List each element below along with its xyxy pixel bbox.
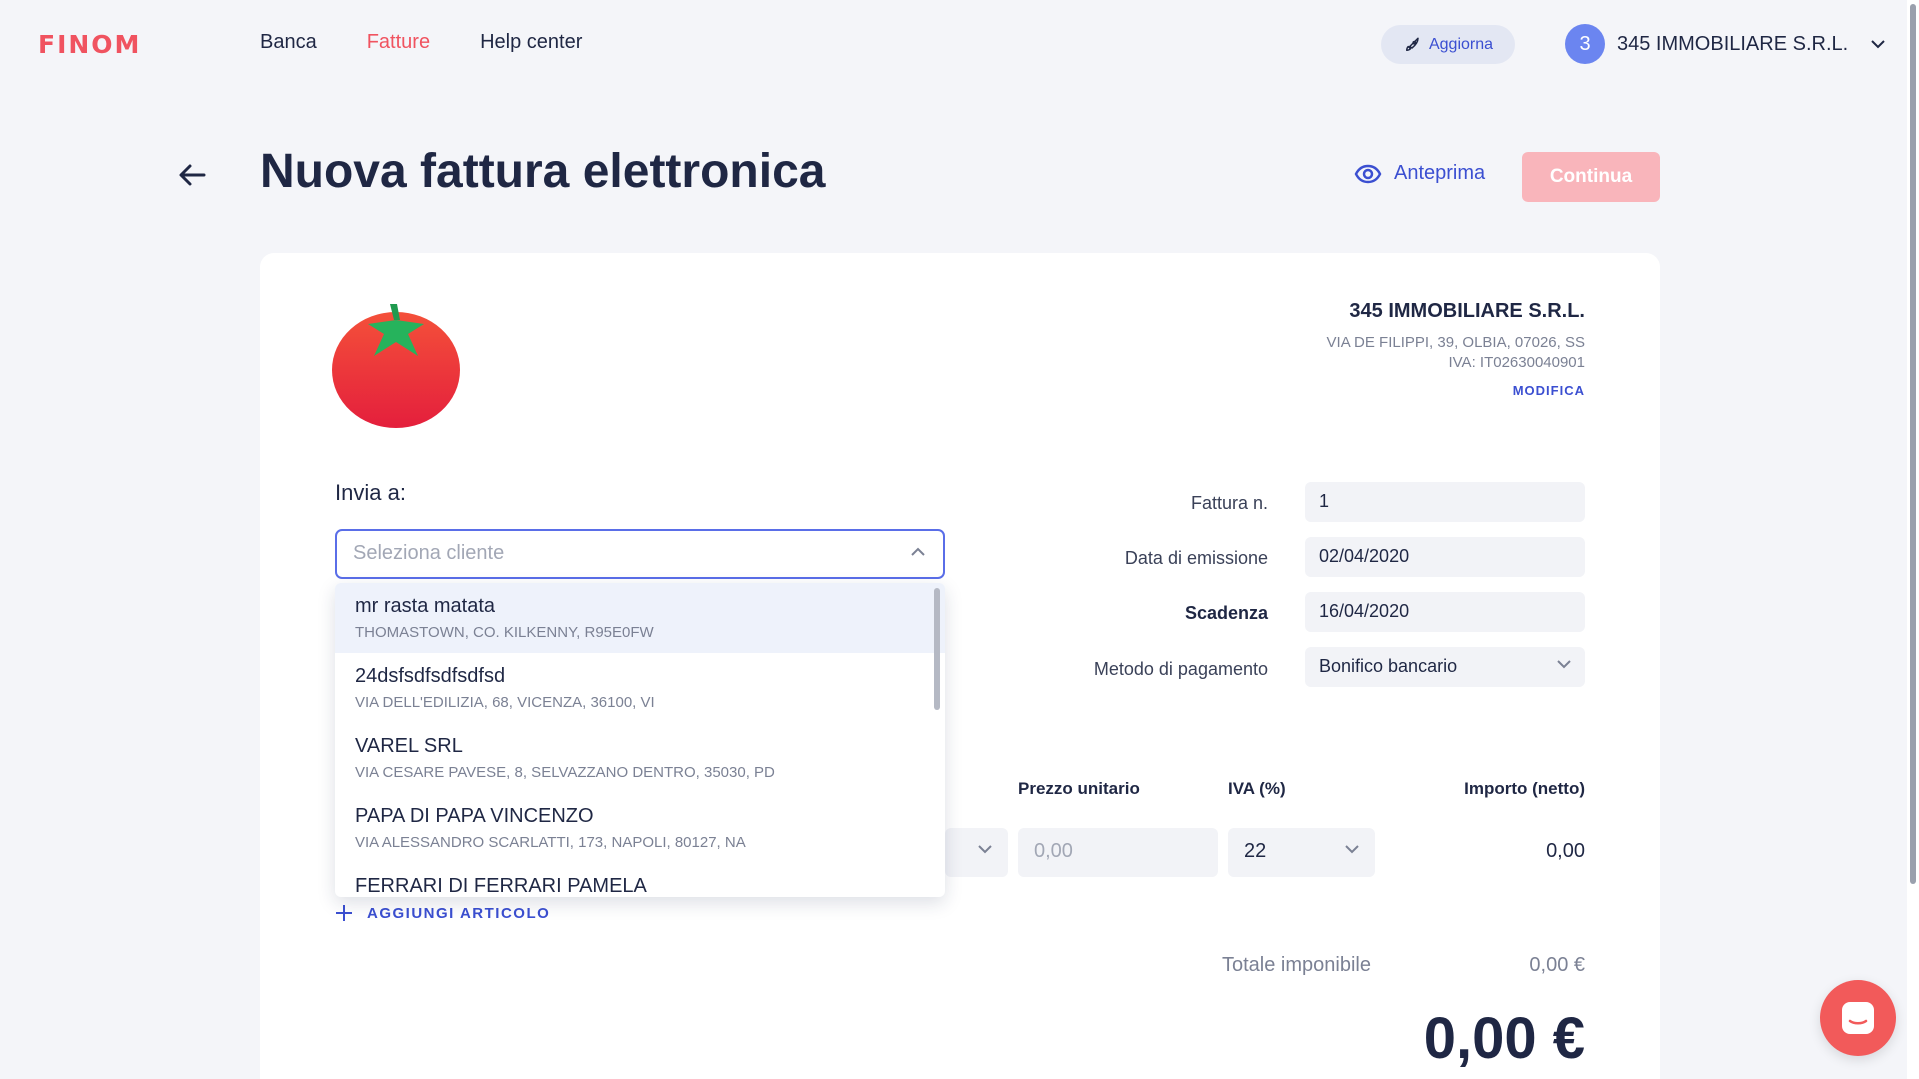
payment-method-value: Bonifico bancario bbox=[1319, 656, 1458, 676]
total-amount: 0,00 € bbox=[1423, 1006, 1585, 1071]
payment-method-select[interactable]: Bonifico bancario bbox=[1305, 647, 1585, 687]
avatar: 3 bbox=[1565, 24, 1605, 64]
top-bar: FINOM Banca Fatture Help center Aggiorna… bbox=[0, 0, 1919, 88]
client-option-address: VIA DELL'EDILIZIA, 68, VICENZA, 36100, V… bbox=[355, 694, 655, 711]
issue-date-label: Data di emissione bbox=[1124, 548, 1268, 568]
main-nav: Banca Fatture Help center bbox=[260, 31, 582, 54]
chevron-down-icon bbox=[1345, 845, 1359, 854]
nav-item-fatture[interactable]: Fatture bbox=[367, 31, 430, 54]
payment-method-label: Metodo di pagamento bbox=[1093, 659, 1268, 679]
account-switcher[interactable]: 3 345 IMMOBILIARE S.R.L. bbox=[1565, 24, 1886, 64]
preview-label: Anteprima bbox=[1394, 162, 1486, 184]
issue-date-value: 02/04/2020 bbox=[1319, 546, 1410, 566]
client-option-name: VAREL SRL bbox=[355, 735, 463, 757]
invoice-number-label: Fattura n. bbox=[1190, 493, 1268, 513]
due-date-field[interactable]: 16/04/2020 bbox=[1305, 592, 1585, 632]
client-option-address: THOMASTOWN, CO. KILKENNY, R95E0FW bbox=[355, 624, 654, 641]
edit-company-link[interactable]: MODIFICA bbox=[1327, 383, 1585, 398]
add-item-label: AGGIUNGI ARTICOLO bbox=[367, 904, 551, 922]
plus-icon bbox=[336, 905, 352, 921]
chevron-down-icon bbox=[1557, 660, 1571, 669]
client-option[interactable]: FERRARI DI FERRARI PAMELA bbox=[335, 863, 945, 897]
line-amount: 0,00 bbox=[1546, 840, 1585, 862]
company-address: VIA DE FILIPPI, 39, OLBIA, 07026, SS bbox=[1326, 334, 1585, 351]
col-header-amount: Importo (netto) bbox=[1464, 779, 1585, 798]
client-select[interactable] bbox=[335, 529, 945, 579]
rocket-icon bbox=[1405, 37, 1419, 51]
vat-select[interactable]: 22 bbox=[1228, 828, 1375, 877]
client-option-name: PAPA DI PAPA VINCENZO bbox=[355, 805, 594, 827]
page-scrollbar[interactable] bbox=[1907, 0, 1919, 1079]
send-to-label: Invia a: bbox=[335, 480, 406, 505]
company-vat: IVA: IT02630040901 bbox=[1448, 354, 1586, 371]
vat-value: 22 bbox=[1244, 840, 1267, 862]
finom-logo[interactable]: FINOM bbox=[38, 30, 141, 59]
due-date-label: Scadenza bbox=[1184, 603, 1268, 623]
upgrade-button[interactable]: Aggiorna bbox=[1381, 25, 1515, 64]
chevron-up-icon[interactable] bbox=[911, 547, 925, 556]
eye-icon bbox=[1354, 164, 1382, 183]
subtotal-value: 0,00 € bbox=[1529, 954, 1585, 976]
client-option[interactable]: PAPA DI PAPA VINCENZO VIA ALESSANDRO SCA… bbox=[335, 793, 945, 863]
add-item-button[interactable]: AGGIUNGI ARTICOLO bbox=[335, 904, 550, 922]
preview-button[interactable]: Anteprima bbox=[1354, 162, 1485, 185]
company-name: 345 IMMOBILIARE S.R.L. bbox=[1349, 300, 1585, 322]
subtotal-label: Totale imponibile bbox=[1222, 954, 1371, 976]
col-header-vat: IVA (%) bbox=[1228, 779, 1286, 798]
due-date-value: 16/04/2020 bbox=[1319, 601, 1410, 621]
client-option-name: mr rasta matata bbox=[355, 595, 496, 617]
client-option[interactable]: 24dsfsdfsdfsdfsd VIA DELL'EDILIZIA, 68, … bbox=[335, 653, 945, 723]
client-search-input[interactable] bbox=[353, 542, 893, 565]
company-info: 345 IMMOBILIARE S.R.L. VIA DE FILIPPI, 3… bbox=[1327, 300, 1585, 398]
client-dropdown: mr rasta matata THOMASTOWN, CO. KILKENNY… bbox=[335, 583, 945, 897]
upgrade-label: Aggiorna bbox=[1428, 35, 1494, 53]
client-option-name: 24dsfsdfsdfsdfsd bbox=[355, 665, 506, 687]
client-option[interactable]: mr rasta matata THOMASTOWN, CO. KILKENNY… bbox=[335, 583, 945, 653]
col-header-unit-price: Prezzo unitario bbox=[1018, 779, 1140, 798]
issue-date-field[interactable]: 02/04/2020 bbox=[1305, 537, 1585, 577]
back-arrow-icon[interactable] bbox=[178, 160, 208, 190]
client-option-address: VIA CESARE PAVESE, 8, SELVAZZANO DENTRO,… bbox=[355, 764, 775, 781]
chevron-down-icon bbox=[1871, 40, 1885, 49]
continue-button[interactable]: Continua bbox=[1522, 152, 1660, 202]
page-title: Nuova fattura elettronica bbox=[260, 145, 826, 198]
chat-icon bbox=[1842, 1002, 1874, 1034]
client-option[interactable]: VAREL SRL VIA CESARE PAVESE, 8, SELVAZZA… bbox=[335, 723, 945, 793]
nav-item-banca[interactable]: Banca bbox=[260, 31, 317, 54]
invoice-number-field[interactable]: 1 bbox=[1305, 482, 1585, 522]
client-option-name: FERRARI DI FERRARI PAMELA bbox=[355, 875, 647, 897]
nav-item-help-center[interactable]: Help center bbox=[480, 31, 582, 54]
unit-select[interactable] bbox=[945, 828, 1008, 877]
dropdown-scrollbar[interactable] bbox=[934, 588, 940, 710]
page-scrollbar-thumb[interactable] bbox=[1910, 4, 1916, 884]
client-option-address: VIA ALESSANDRO SCARLATTI, 173, NAPOLI, 8… bbox=[355, 834, 746, 851]
company-logo bbox=[330, 300, 462, 430]
invoice-number-value: 1 bbox=[1319, 491, 1330, 511]
unit-price-input[interactable]: 0,00 bbox=[1018, 828, 1218, 877]
chat-button[interactable] bbox=[1820, 980, 1896, 1056]
account-name: 345 IMMOBILIARE S.R.L. bbox=[1617, 32, 1849, 55]
chevron-down-icon bbox=[978, 845, 992, 854]
